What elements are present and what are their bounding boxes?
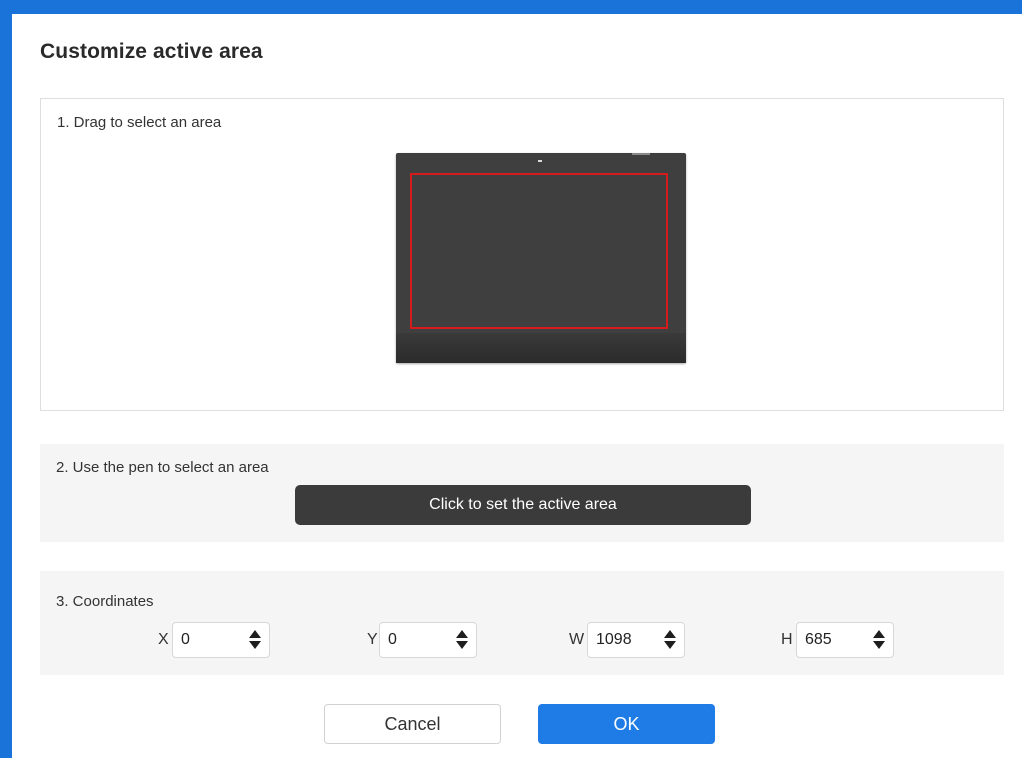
increment-arrow-icon[interactable] [456, 630, 468, 638]
coordinate-x-input[interactable] [181, 623, 241, 657]
coordinate-y-spinner-icon[interactable] [456, 630, 468, 650]
increment-arrow-icon[interactable] [664, 630, 676, 638]
ok-button[interactable]: OK [538, 704, 715, 744]
coordinate-x-field [172, 622, 270, 658]
decrement-arrow-icon[interactable] [664, 641, 676, 649]
coordinate-y-input[interactable] [388, 623, 448, 657]
tablet-top-edge-mark [632, 153, 650, 155]
drag-select-label: 1. Drag to select an area [57, 114, 222, 131]
coordinate-h-spinner-icon[interactable] [873, 630, 885, 650]
coordinate-x-spinner-icon[interactable] [249, 630, 261, 650]
coordinates-label: 3. Coordinates [56, 593, 154, 610]
coordinate-h-label: H [781, 631, 793, 648]
pen-select-panel: 2. Use the pen to select an area Click t… [40, 444, 1004, 542]
customize-active-area-dialog: Customize active area 1. Drag to select … [12, 14, 1022, 758]
coordinate-h-field [796, 622, 894, 658]
cancel-button[interactable]: Cancel [324, 704, 501, 744]
pen-select-label: 2. Use the pen to select an area [56, 459, 269, 476]
coordinate-w-field [587, 622, 685, 658]
decrement-arrow-icon[interactable] [873, 641, 885, 649]
coordinate-w-spinner-icon[interactable] [664, 630, 676, 650]
drag-select-panel: 1. Drag to select an area [40, 98, 1004, 411]
coordinate-y-label: Y [367, 631, 378, 648]
tablet-bottom-bezel [396, 333, 686, 363]
dialog-title: Customize active area [40, 40, 263, 63]
coordinates-panel: 3. Coordinates X Y W [40, 571, 1004, 675]
decrement-arrow-icon[interactable] [249, 641, 261, 649]
window-frame-top [0, 0, 1022, 14]
decrement-arrow-icon[interactable] [456, 641, 468, 649]
increment-arrow-icon[interactable] [249, 630, 261, 638]
coordinate-y-field [379, 622, 477, 658]
active-area-selection[interactable] [410, 173, 668, 329]
coordinate-h-input[interactable] [805, 623, 865, 657]
window-frame-left [0, 0, 12, 758]
coordinate-w-label: W [569, 631, 585, 648]
set-active-area-button[interactable]: Click to set the active area [295, 485, 751, 525]
coordinate-w-input[interactable] [596, 623, 656, 657]
increment-arrow-icon[interactable] [873, 630, 885, 638]
tablet-indicator-light [538, 160, 542, 162]
tablet-preview[interactable] [396, 153, 686, 363]
coordinate-x-label: X [158, 631, 169, 648]
